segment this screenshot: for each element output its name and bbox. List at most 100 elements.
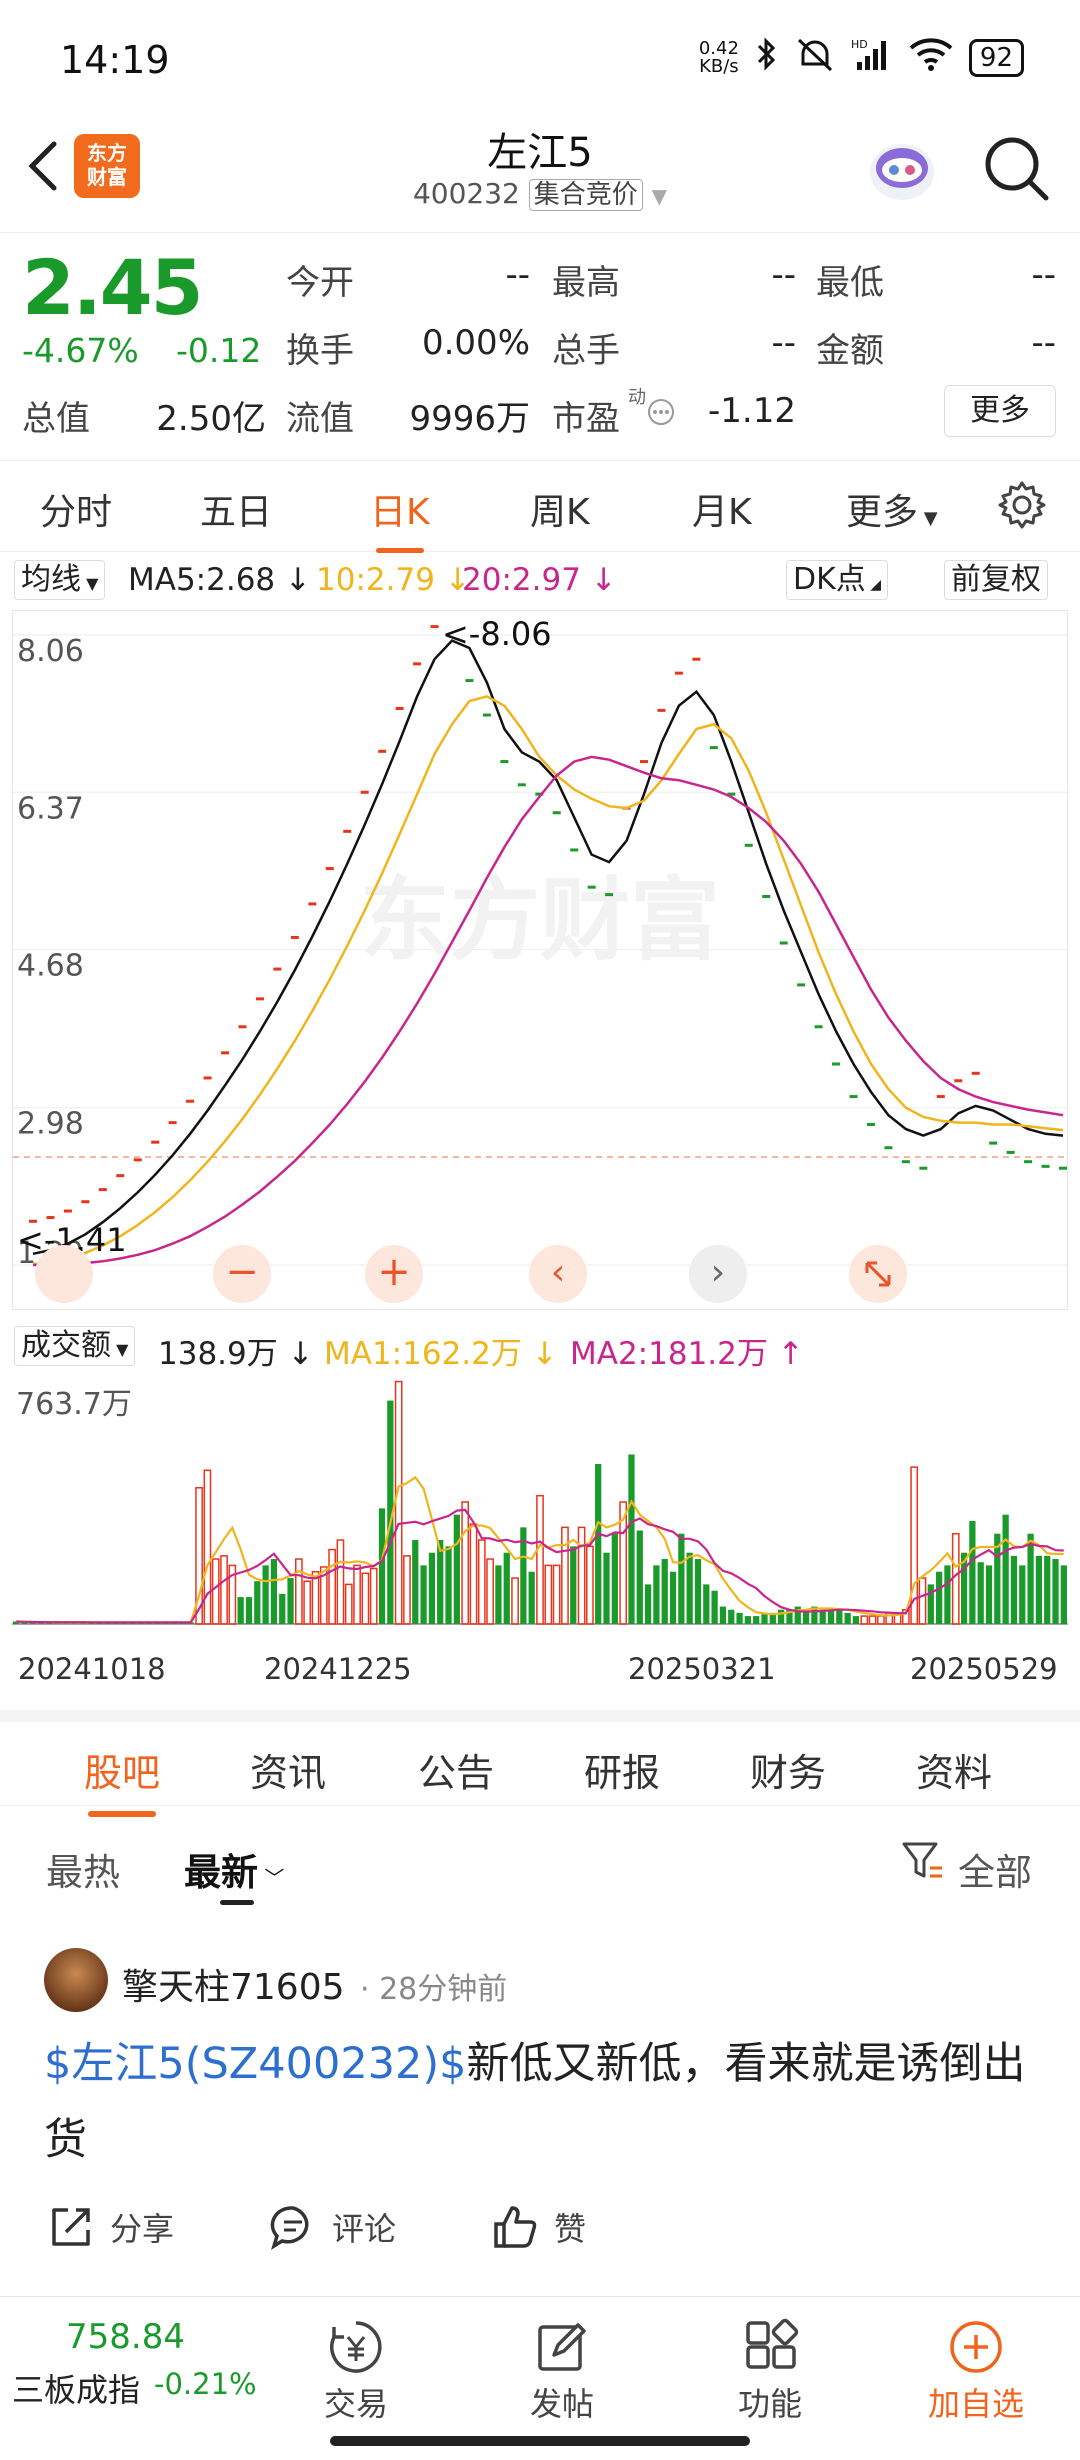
- indicator-selector[interactable]: 均线 ▼: [14, 560, 106, 600]
- tab-weekly-k[interactable]: 周K: [530, 483, 590, 535]
- status-bar: 14:19 0.42 KB/s HD 92: [0, 0, 1080, 120]
- volume-bar: [694, 1559, 702, 1624]
- turnover-label: 换手: [286, 331, 354, 371]
- tab-daily-k[interactable]: 日K: [370, 483, 430, 553]
- tab-forum[interactable]: 股吧: [84, 1742, 160, 1817]
- volume-bar: [287, 1578, 294, 1624]
- volume-bar: [711, 1590, 718, 1624]
- sort-latest[interactable]: 最新 ﹀: [184, 1842, 284, 1896]
- ma20-line: [33, 755, 1064, 1267]
- filter-icon[interactable]: [900, 1838, 944, 1886]
- volume-bar: [437, 1540, 444, 1624]
- volume-bar: [503, 1552, 510, 1624]
- kline-chart[interactable]: 8.066.374.682.981.29东方财富<-8.06<-1.41 − +…: [12, 606, 1068, 1310]
- mute-icon: [795, 36, 835, 80]
- volume-bar: [844, 1612, 851, 1624]
- volume-bar: [644, 1584, 652, 1624]
- volume-bar: [611, 1533, 618, 1624]
- adjust-selector[interactable]: 前复权: [944, 560, 1048, 600]
- index-name[interactable]: 三板成指: [12, 2365, 140, 2411]
- ma20-value: 20:2.97 ↓: [462, 562, 617, 598]
- filter-all[interactable]: 全部: [958, 1842, 1032, 1896]
- dropdown-icon[interactable]: ▼: [652, 184, 667, 208]
- volume-bar: [211, 1558, 220, 1625]
- avatar[interactable]: [44, 1948, 108, 2012]
- chevron-left-icon: ‹: [550, 1252, 566, 1293]
- mktcap-label: 总值: [22, 399, 90, 439]
- volume-bar: [270, 1559, 278, 1624]
- volume-indicator-selector[interactable]: 成交额 ▼: [14, 1326, 136, 1366]
- add-watchlist-button[interactable]: 加自选: [906, 2315, 1046, 2425]
- indicator-selector-label: 均线: [21, 562, 81, 597]
- current-price: 2.45: [22, 243, 204, 332]
- share-button[interactable]: 分享: [46, 2202, 174, 2252]
- tab-five-day[interactable]: 五日: [200, 483, 272, 535]
- index-value[interactable]: 758.84: [66, 2317, 185, 2357]
- change-pct: -4.67%: [22, 331, 139, 370]
- volume-bar: [428, 1552, 436, 1624]
- post-time: · 28分钟前: [360, 1972, 508, 2007]
- tab-news[interactable]: 资讯: [250, 1742, 326, 1797]
- volume-bar: [603, 1552, 610, 1624]
- zoom-out-button[interactable]: −: [213, 1245, 271, 1303]
- thumbs-up-icon: [494, 2206, 537, 2248]
- stock-link[interactable]: $左江5(SZ400232)$: [44, 2039, 467, 2089]
- volume-bar: [254, 1581, 261, 1624]
- post-username[interactable]: 擎天柱71605: [122, 1958, 345, 2010]
- sort-latest-label: 最新: [184, 1851, 258, 1894]
- chevron-right-icon: ›: [710, 1252, 726, 1293]
- scroll-right-button[interactable]: ›: [689, 1245, 747, 1303]
- forum-post[interactable]: 擎天柱71605 · 28分钟前 $左江5(SZ400232)$新低又新低，看来…: [0, 1930, 1080, 2290]
- scroll-left-button[interactable]: ‹: [529, 1245, 587, 1303]
- volume-bar: [536, 1494, 544, 1625]
- volume-bar: [552, 1564, 561, 1625]
- post-body[interactable]: $左江5(SZ400232)$新低又新低，看来就是诱倒出货: [44, 2026, 1034, 2178]
- auction-tag[interactable]: 集合竞价: [528, 179, 643, 211]
- share-label: 分享: [110, 2210, 175, 2248]
- trade-yen-icon: [330, 2321, 382, 2373]
- volume-bar: [678, 1533, 685, 1624]
- ma5-value: MA5:2.68 ↓: [128, 562, 311, 598]
- volume-bar: [1027, 1533, 1034, 1624]
- info-icon[interactable]: [646, 397, 676, 431]
- settings-gear-icon[interactable]: [996, 479, 1048, 535]
- robot-assistant-icon[interactable]: [862, 128, 942, 208]
- volume-bar: [944, 1565, 951, 1624]
- volume-chart[interactable]: 763.7万: [12, 1374, 1068, 1634]
- volume-bar: [728, 1609, 735, 1624]
- zoom-in-button[interactable]: +: [365, 1245, 423, 1303]
- volume-bar: [344, 1583, 353, 1625]
- post-button[interactable]: 发帖: [492, 2315, 632, 2425]
- dk-point-selector[interactable]: DK点 ◢: [786, 560, 888, 600]
- date-label: 20241018: [18, 1652, 166, 1686]
- plus-circle-icon: [950, 2321, 1002, 2373]
- tab-research[interactable]: 研报: [584, 1742, 660, 1797]
- trade-button[interactable]: 交易: [286, 2315, 426, 2425]
- volume-bar: [279, 1593, 286, 1624]
- sort-hot[interactable]: 最热: [46, 1842, 120, 1896]
- functions-button[interactable]: 功能: [700, 2315, 840, 2425]
- functions-label: 功能: [737, 2385, 802, 2423]
- float-label: 流值: [286, 399, 354, 439]
- tab-profile[interactable]: 资料: [916, 1742, 992, 1797]
- volume-bar: [378, 1508, 386, 1624]
- tab-intraday[interactable]: 分时: [40, 483, 112, 535]
- pe-dynamic-mark: 动: [628, 387, 646, 408]
- search-icon[interactable]: [982, 134, 1052, 208]
- volume-selector-label: 成交额: [21, 1328, 111, 1363]
- tab-announcements[interactable]: 公告: [418, 1742, 494, 1797]
- tab-monthly-k[interactable]: 月K: [692, 483, 752, 535]
- volume-bar: [628, 1454, 635, 1624]
- like-button[interactable]: 赞: [490, 2202, 586, 2252]
- chart-scroll-left-start-button[interactable]: [35, 1245, 93, 1303]
- home-indicator[interactable]: [330, 2436, 750, 2446]
- post-time-value: 28分钟前: [379, 1972, 508, 2007]
- volume-bar: [936, 1571, 943, 1624]
- comment-button[interactable]: 评论: [268, 2202, 396, 2252]
- tab-more[interactable]: 更多 ▼: [846, 483, 938, 535]
- volume-bar: [577, 1526, 586, 1625]
- fullscreen-button[interactable]: [849, 1245, 907, 1303]
- tab-finance[interactable]: 财务: [750, 1742, 826, 1797]
- volume-bar: [486, 1558, 494, 1625]
- more-button[interactable]: 更多: [944, 385, 1056, 437]
